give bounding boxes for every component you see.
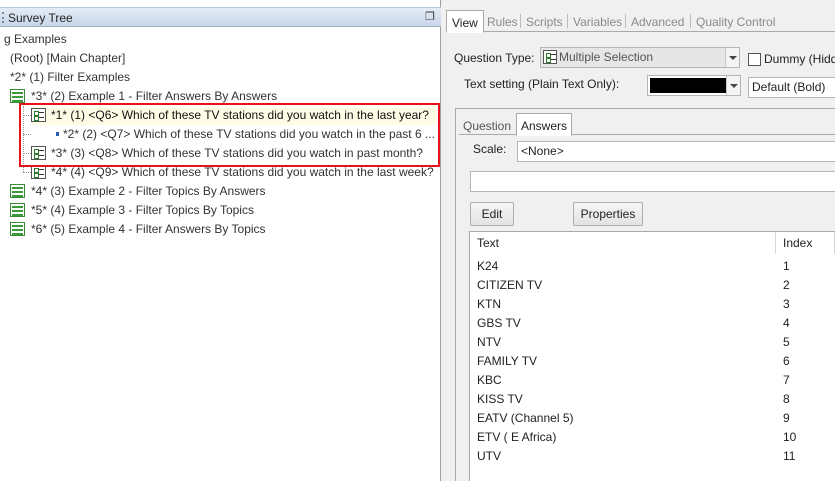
grid-cell-text[interactable]: KISS TV	[470, 390, 523, 409]
tree-item-filter-examples[interactable]: *2* (1) Filter Examples	[10, 68, 130, 87]
grid-cell-index[interactable]: 11	[776, 447, 795, 466]
grid-cell-text[interactable]: KTN	[470, 295, 501, 314]
question-type-value: Multiple Selection	[559, 50, 654, 64]
dummy-checkbox[interactable]	[748, 53, 761, 66]
highlight-annotation	[19, 103, 440, 167]
tree-item-example-2[interactable]: *4* (3) Example 2 - Filter Topics By Ans…	[10, 182, 266, 201]
scale-select[interactable]: <None>	[517, 141, 835, 162]
grid-cell-index[interactable]: 6	[776, 352, 790, 371]
topic-list-icon	[10, 222, 25, 236]
text-style-select[interactable]: Default (Bold)	[748, 77, 835, 98]
grid-cell-index[interactable]: 7	[776, 371, 790, 390]
color-swatch	[650, 78, 726, 93]
tab-view[interactable]: View	[446, 10, 484, 33]
grid-cell-text[interactable]: K24	[470, 257, 498, 276]
tree-item-label: (Root) [Main Chapter]	[10, 51, 126, 65]
grid-cell-text[interactable]: GBS TV	[470, 314, 521, 333]
tree-item-label: *2* (1) Filter Examples	[10, 70, 131, 84]
properties-button[interactable]: Properties	[573, 202, 643, 226]
answers-panel: Question Answers Scale: <None> Edit Prop…	[455, 108, 835, 481]
tree-item[interactable]: g Examples	[4, 30, 67, 49]
question-type-select[interactable]: Multiple Selection	[540, 47, 740, 68]
tree-item-label: *5* (4) Example 3 - Filter Topics By Top…	[31, 203, 254, 217]
grid-cell-index[interactable]: 8	[776, 390, 790, 409]
survey-tree-title: Survey Tree	[8, 11, 73, 25]
scale-value: <None>	[521, 144, 564, 158]
grid-cell-text[interactable]: UTV	[470, 447, 501, 466]
tree-item-example-3[interactable]: *5* (4) Example 3 - Filter Topics By Top…	[10, 201, 254, 220]
survey-tree-panel: Survey Tree ❐ g Examples (Root) [Main Ch…	[0, 0, 441, 481]
dummy-label: Dummy (Hidd	[764, 52, 835, 66]
grid-cell-text[interactable]: ETV ( E Africa)	[470, 428, 556, 447]
grid-cell-index[interactable]: 10	[776, 428, 796, 447]
tab-rules[interactable]: Rules	[482, 12, 523, 32]
grip-icon[interactable]	[2, 12, 5, 23]
text-style-value: Default (Bold)	[752, 80, 826, 94]
grid-cell-index[interactable]: 1	[776, 257, 790, 276]
edit-button[interactable]: Edit	[470, 202, 514, 226]
tree-item-example-4[interactable]: *6* (5) Example 4 - Filter Answers By To…	[10, 220, 266, 239]
survey-tree-header: Survey Tree ❐	[0, 7, 441, 27]
pin-icon[interactable]: ❐	[425, 10, 435, 23]
grid-cell-text[interactable]: CITIZEN TV	[470, 276, 542, 295]
tab-variables[interactable]: Variables	[568, 12, 627, 32]
grid-cell-text[interactable]: FAMILY TV	[470, 352, 537, 371]
topic-list-icon	[10, 184, 25, 198]
properties-panel: View Rules Scripts Variables Advanced Qu…	[443, 0, 835, 481]
chevron-down-icon[interactable]	[726, 76, 740, 95]
column-header-text[interactable]: Text	[470, 232, 775, 254]
answers-grid: Text Index K24 1 CITIZEN TV 2 KTN 3 GBS …	[469, 231, 835, 481]
topic-list-icon	[10, 89, 25, 103]
text-color-select[interactable]	[647, 75, 741, 96]
grid-cell-index[interactable]: 3	[776, 295, 790, 314]
answer-text-input[interactable]	[470, 171, 835, 192]
tab-scripts[interactable]: Scripts	[521, 12, 568, 32]
tree-connector	[23, 172, 31, 173]
grid-cell-index[interactable]: 5	[776, 333, 790, 352]
column-header-index[interactable]: Index	[776, 232, 835, 254]
topic-list-icon	[10, 203, 25, 217]
question-type-label: Question Type:	[454, 51, 535, 65]
grid-cell-index[interactable]: 9	[776, 409, 790, 428]
tab-quality-control[interactable]: Quality Control	[691, 12, 780, 32]
main-tabs: View Rules Scripts Variables Advanced Qu…	[446, 10, 835, 33]
tree-item-label: *4* (4) <Q9> Which of these TV stations …	[51, 165, 434, 179]
tab-advanced[interactable]: Advanced	[626, 12, 689, 32]
tree-item-label: g Examples	[4, 32, 67, 46]
question-icon	[31, 165, 46, 179]
grid-cell-text[interactable]: EATV (Channel 5)	[470, 409, 574, 428]
grid-cell-index[interactable]: 2	[776, 276, 790, 295]
chevron-down-icon[interactable]	[725, 48, 739, 67]
tab-answers[interactable]: Answers	[516, 113, 573, 136]
inner-tabs: Question Answers	[459, 113, 835, 136]
grid-cell-index[interactable]: 4	[776, 314, 790, 333]
text-setting-label: Text setting (Plain Text Only):	[464, 77, 620, 91]
tree-item-label: *6* (5) Example 4 - Filter Answers By To…	[31, 222, 266, 236]
tree-item-root[interactable]: (Root) [Main Chapter]	[10, 49, 125, 68]
grid-cell-text[interactable]: NTV	[470, 333, 501, 352]
tree-item-label: *3* (2) Example 1 - Filter Answers By An…	[31, 89, 278, 103]
scale-label: Scale:	[473, 142, 507, 156]
tree-item-label: *4* (3) Example 2 - Filter Topics By Ans…	[31, 184, 266, 198]
question-icon	[543, 50, 557, 64]
grid-cell-text[interactable]: KBC	[470, 371, 502, 390]
tab-question[interactable]: Question	[459, 115, 515, 135]
